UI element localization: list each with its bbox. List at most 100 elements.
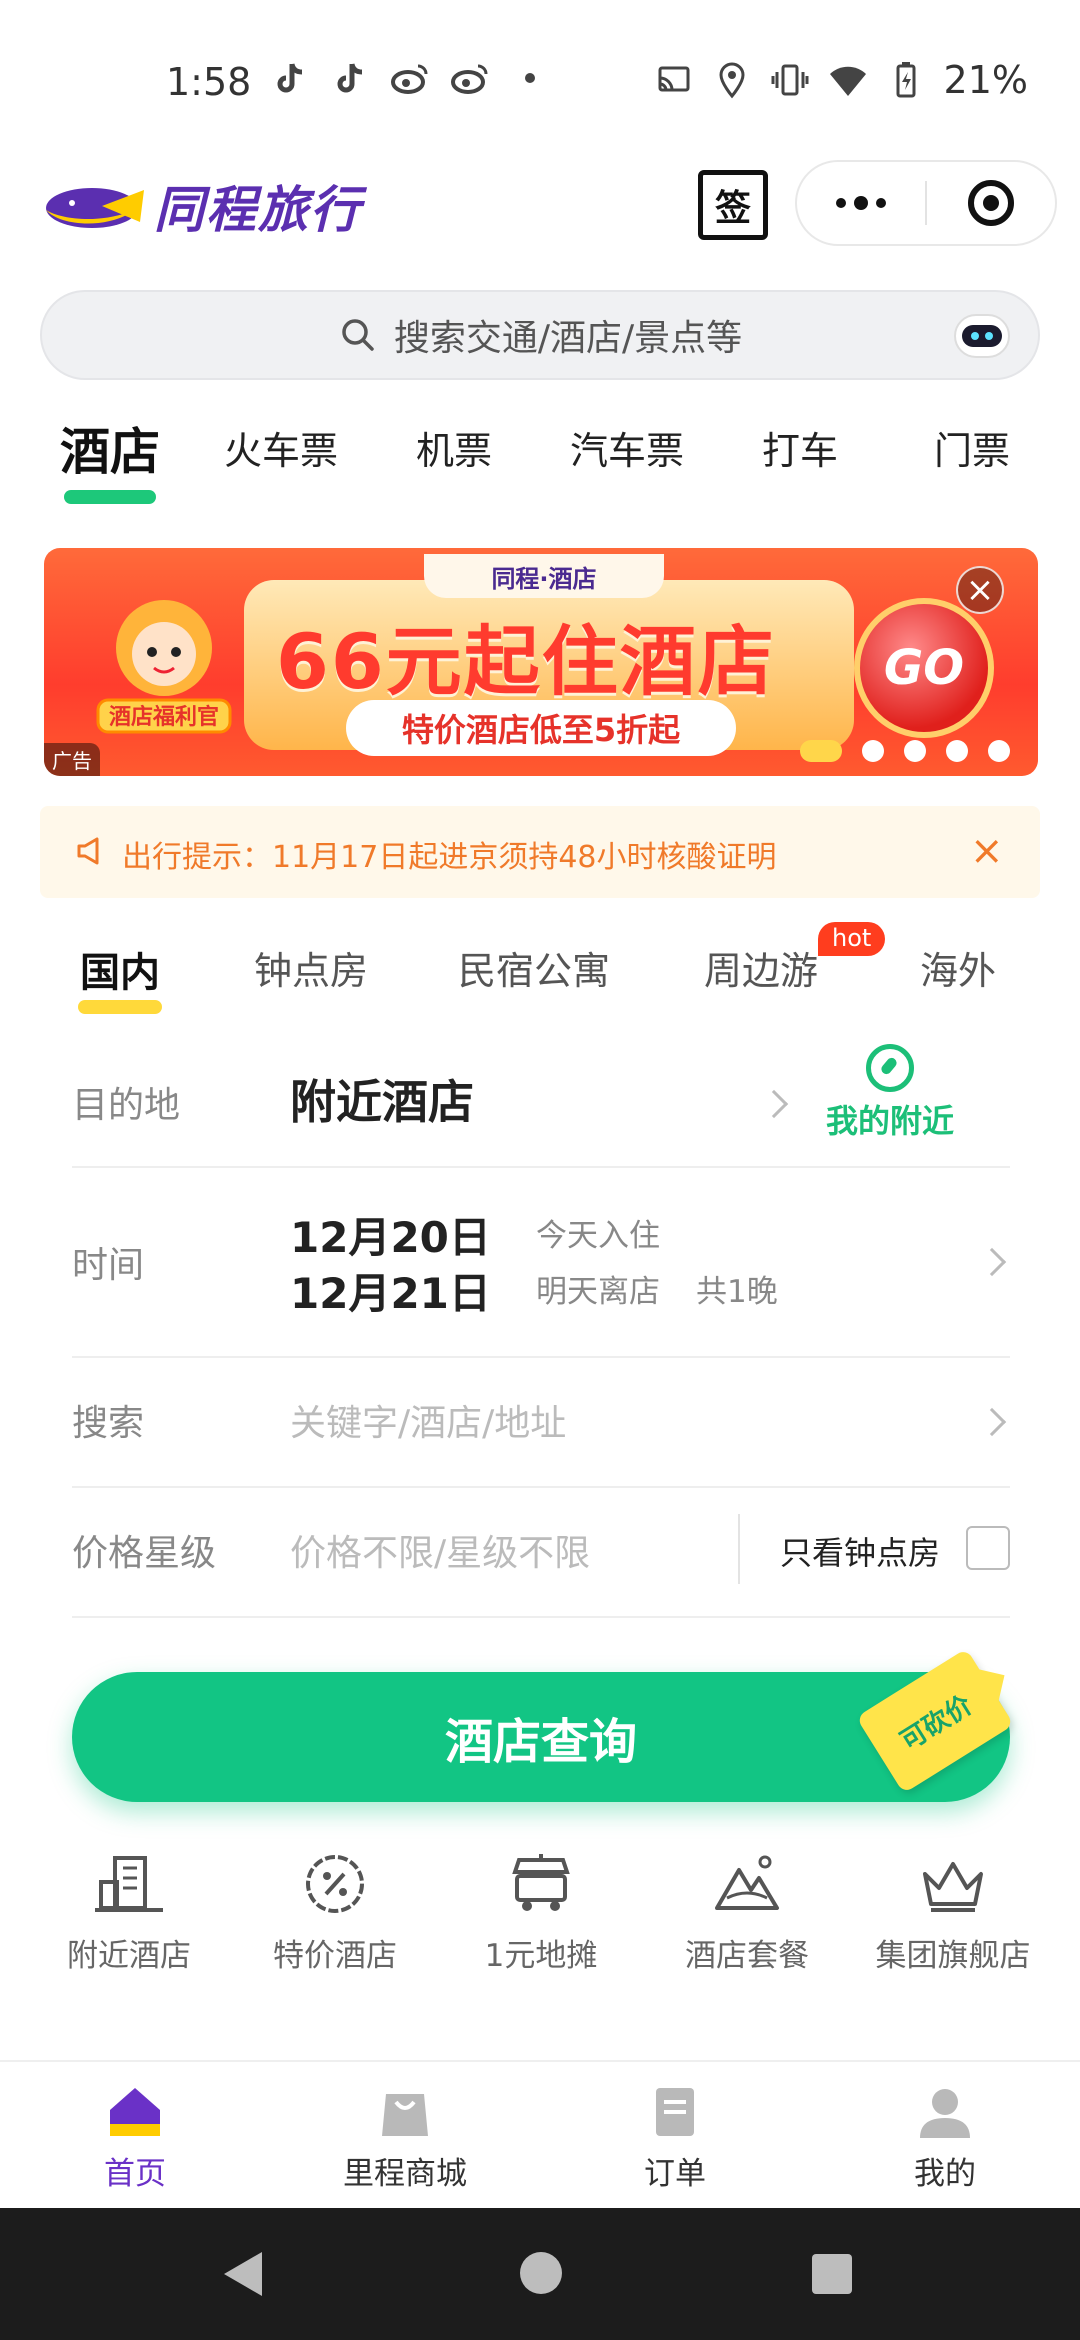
wifi-icon bbox=[829, 66, 866, 96]
recent-apps-icon[interactable] bbox=[812, 2254, 852, 2294]
nights-count: 共1晚 bbox=[696, 1274, 778, 1310]
price-star-selector[interactable]: 价格不限/星级不限 bbox=[290, 1524, 590, 1576]
quick-deal-hotel[interactable]: 特价酒店 bbox=[232, 1852, 438, 1975]
chevron-right-icon bbox=[977, 1407, 1007, 1437]
battery-percent: 21% bbox=[943, 58, 1028, 102]
weibo-icon bbox=[391, 64, 428, 94]
signin-button[interactable]: 签 bbox=[698, 170, 768, 240]
destination-label: 目的地 bbox=[72, 1085, 181, 1126]
user-icon bbox=[920, 2089, 970, 2138]
quick-nearby-hotel[interactable]: 附近酒店 bbox=[26, 1852, 232, 1975]
status-time: 1:58 bbox=[166, 60, 252, 104]
subtab-hourly[interactable]: 钟点房 bbox=[254, 940, 368, 995]
subtab-domestic[interactable]: 国内 bbox=[80, 940, 160, 998]
more-dot-icon bbox=[876, 198, 886, 208]
vibrate-icon bbox=[771, 64, 809, 96]
cast-icon bbox=[658, 66, 690, 92]
subtab-overseas[interactable]: 海外 bbox=[920, 940, 996, 995]
compass-icon bbox=[866, 1044, 914, 1092]
banner-close-button[interactable]: × bbox=[956, 566, 1004, 614]
quick-one-yuan-stall[interactable]: 1元地摊 bbox=[438, 1852, 644, 1975]
hotel-type-tabs: 国内 钟点房 民宿公寓 周边游 hot 海外 bbox=[0, 922, 1080, 1030]
destination-value: 附近酒店 bbox=[290, 1075, 474, 1129]
quick-entries: 附近酒店 特价酒店 1元地摊 酒店套餐 集团旗舰店 bbox=[0, 1852, 1080, 1975]
search-placeholder: 搜索交通/酒店/景点等 bbox=[393, 318, 743, 359]
robot-assistant-icon[interactable] bbox=[954, 314, 1010, 358]
subtab-homestay[interactable]: 民宿公寓 bbox=[458, 940, 610, 995]
discount-badge-icon bbox=[306, 1855, 364, 1913]
checkout-date: 12月21日 bbox=[290, 1269, 491, 1318]
my-nearby-button[interactable]: 我的附近 bbox=[820, 1044, 960, 1142]
nav-profile[interactable]: 我的 bbox=[810, 2084, 1080, 2193]
banner-dot bbox=[946, 740, 968, 762]
keyword-label: 搜索 bbox=[72, 1403, 145, 1444]
keyword-input[interactable]: 关键字/酒店/地址 bbox=[290, 1394, 566, 1446]
ad-tag: 广告 bbox=[44, 743, 100, 776]
nav-label: 我的 bbox=[914, 2156, 976, 2192]
banner-dot bbox=[862, 740, 884, 762]
banner-subtitle: 特价酒店低至5折起 bbox=[346, 700, 736, 756]
notice-text: 出行提示：11月17日起进京须持48小时核酸证明 bbox=[122, 840, 777, 875]
keyword-row[interactable]: 搜索 关键字/酒店/地址 bbox=[72, 1358, 1010, 1488]
target-close-icon bbox=[967, 180, 1014, 226]
app-header: 同程旅行 签 bbox=[0, 160, 1080, 280]
nav-orders[interactable]: 订单 bbox=[540, 2084, 810, 2193]
weibo-icon bbox=[451, 64, 488, 94]
tab-bus[interactable]: 汽车票 bbox=[570, 420, 684, 475]
global-search-bar[interactable]: 搜索交通/酒店/景点等 bbox=[40, 290, 1040, 380]
banner-go-button[interactable]: GO bbox=[854, 598, 994, 738]
quick-hotel-package[interactable]: 酒店套餐 bbox=[644, 1852, 850, 1975]
nav-label: 订单 bbox=[644, 2156, 706, 2192]
price-star-row: 价格星级 价格不限/星级不限 只看钟点房 bbox=[72, 1488, 1010, 1618]
destination-row[interactable]: 目的地 附近酒店 我的附近 bbox=[72, 1040, 1010, 1168]
nav-home[interactable]: 首页 bbox=[0, 2084, 270, 2193]
order-icon bbox=[656, 2088, 694, 2136]
more-dot-icon bbox=[854, 196, 868, 210]
dot-icon bbox=[525, 73, 535, 83]
home-circle-icon[interactable] bbox=[520, 2252, 562, 2294]
hourly-only-checkbox[interactable] bbox=[966, 1526, 1010, 1570]
price-divider bbox=[738, 1514, 740, 1584]
banner-brand: 同程·酒店 bbox=[424, 554, 664, 598]
megaphone-icon bbox=[77, 837, 99, 865]
checkin-note: 今天入住 bbox=[536, 1218, 660, 1254]
more-options-button[interactable] bbox=[797, 160, 925, 246]
quick-flagship-store[interactable]: 集团旗舰店 bbox=[850, 1852, 1056, 1975]
tiktok-icon bbox=[277, 63, 303, 93]
home-icon bbox=[110, 2088, 160, 2136]
subtab-nearby-trips[interactable]: 周边游 bbox=[704, 940, 818, 995]
main-category-tabs: 酒店 火车票 机票 汽车票 打车 门票 bbox=[0, 420, 1080, 520]
bottom-navigation: 首页 里程商城 订单 我的 bbox=[0, 2060, 1080, 2208]
tab-flight[interactable]: 机票 bbox=[416, 420, 492, 475]
location-icon bbox=[719, 62, 745, 99]
android-navigation-bar bbox=[0, 2208, 1080, 2340]
tab-taxi[interactable]: 打车 bbox=[762, 420, 838, 475]
battery-icon bbox=[896, 62, 916, 98]
travel-notice[interactable]: 出行提示：11月17日起进京须持48小时核酸证明 × bbox=[40, 806, 1040, 898]
nearby-label: 我的附近 bbox=[825, 1102, 954, 1140]
tab-hotel[interactable]: 酒店 bbox=[60, 412, 160, 484]
whale-logo-icon bbox=[46, 188, 144, 228]
system-icons: 21% bbox=[654, 58, 1028, 102]
nav-mileage-mall[interactable]: 里程商城 bbox=[270, 2084, 540, 2193]
price-label: 价格星级 bbox=[72, 1533, 217, 1574]
back-icon[interactable] bbox=[224, 2252, 262, 2296]
tab-tickets[interactable]: 门票 bbox=[934, 420, 1010, 475]
quick-label: 附近酒店 bbox=[67, 1938, 191, 1974]
stall-cart-icon bbox=[512, 1854, 570, 1911]
quick-label: 酒店套餐 bbox=[685, 1938, 809, 1974]
brand-logo[interactable]: 同程旅行 bbox=[42, 170, 362, 242]
promo-banner[interactable]: 同程·酒店 酒店福利官 66元起住酒店 特价酒店低至5折起 GO × 广告 bbox=[44, 548, 1038, 776]
more-dot-icon bbox=[836, 198, 846, 208]
active-subtab-indicator bbox=[78, 1000, 162, 1014]
status-bar: 1:58 21% bbox=[0, 0, 1080, 160]
hot-badge: hot bbox=[818, 922, 886, 956]
mascot-icon: 酒店福利官 bbox=[96, 600, 232, 734]
date-row[interactable]: 时间 12月20日 今天入住 12月21日 明天离店 共1晚 bbox=[72, 1168, 1010, 1358]
nav-label: 里程商城 bbox=[343, 2156, 467, 2192]
notice-close-button[interactable]: × bbox=[970, 828, 1004, 874]
close-miniprogram-button[interactable] bbox=[927, 160, 1055, 246]
hourly-only-label: 只看钟点房 bbox=[780, 1534, 941, 1572]
active-tab-indicator bbox=[64, 490, 156, 504]
tab-train[interactable]: 火车票 bbox=[224, 420, 338, 475]
